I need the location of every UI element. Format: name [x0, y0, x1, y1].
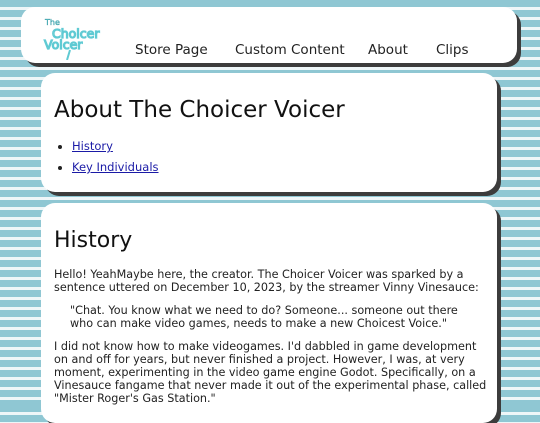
nav-store-page[interactable]: Store Page	[135, 42, 208, 58]
history-title: History	[54, 228, 133, 253]
nav-clips[interactable]: Clips	[436, 42, 469, 58]
top-navbar: The Choicer Voicer Store Page Custom Con…	[21, 7, 517, 63]
toc-item-key-individuals: Key Individuals	[72, 157, 159, 178]
logo-graphic: The Choicer Voicer	[43, 18, 101, 61]
history-body-paragraph: I did not know how to make videogames. I…	[54, 340, 487, 405]
toc-item-history: History	[72, 136, 159, 157]
history-quote: "Chat. You know what we need to do? Some…	[70, 304, 458, 330]
nav-custom-content[interactable]: Custom Content	[235, 42, 345, 58]
about-toc-list: History Key Individuals	[54, 136, 159, 178]
toc-link-history[interactable]: History	[72, 139, 113, 153]
toc-link-key-individuals[interactable]: Key Individuals	[72, 160, 159, 174]
logo-line3: Voicer	[44, 37, 83, 52]
about-title: About The Choicer Voicer	[54, 97, 345, 123]
history-card: History Hello! YeahMaybe here, the creat…	[41, 203, 497, 423]
history-intro-paragraph: Hello! YeahMaybe here, the creator. The …	[54, 268, 479, 294]
about-card: About The Choicer Voicer History Key Ind…	[41, 73, 497, 192]
nav-about[interactable]: About	[368, 42, 408, 58]
site-logo[interactable]: The Choicer Voicer	[43, 16, 105, 61]
